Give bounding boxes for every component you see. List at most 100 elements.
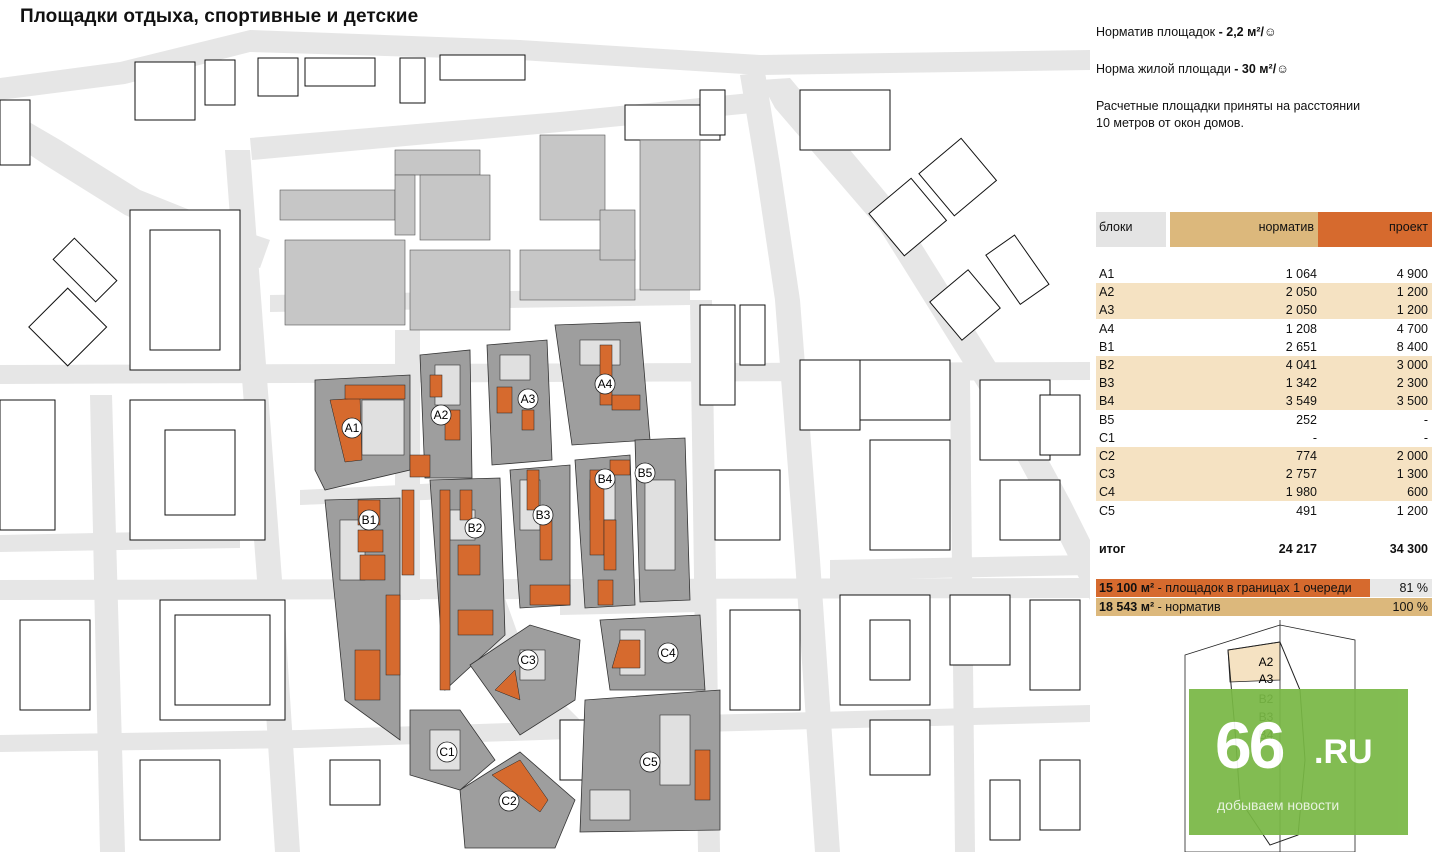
- row-project: 1 300: [1396, 467, 1428, 482]
- row-project: 1 200: [1396, 503, 1428, 518]
- row-norm: 774: [1296, 449, 1317, 463]
- header-project: проект: [1318, 212, 1432, 247]
- row-norm: 1 342: [1285, 376, 1317, 391]
- playground-table: блоки норматив проект A1 1 064 4 900 A2 2 05…: [1096, 212, 1432, 616]
- table-row: B2 4 041 3 000: [1096, 356, 1432, 375]
- note-line-1: Расчетные площадки приняты на расстоянии: [1096, 99, 1361, 113]
- label-a1: A1: [341, 417, 363, 439]
- label-b4: B4: [594, 468, 616, 490]
- row-block: C3: [1099, 467, 1115, 482]
- label-a3: A3: [517, 388, 539, 410]
- logo-number: 66: [1215, 708, 1285, 782]
- summary-1-percent: 81 %: [1370, 579, 1432, 597]
- summary-2-percent: 100 %: [1392, 600, 1428, 614]
- total-norm: 24 217: [1278, 542, 1317, 556]
- table-row: A1 1 064 4 900: [1096, 265, 1432, 283]
- norm-label: Норматив площадок: [1096, 25, 1216, 39]
- label-c1: C1: [436, 741, 458, 763]
- note-line-2: 10 метров от окон домов.: [1096, 116, 1244, 130]
- table-row: C3 2 757 1 300: [1096, 465, 1432, 484]
- svg-text:B5: B5: [638, 466, 653, 480]
- label-c5: C5: [639, 751, 661, 773]
- inset-label-a3: A3: [1259, 672, 1274, 686]
- inset-label-a2: A2: [1259, 655, 1274, 669]
- row-norm: 2 651: [1285, 339, 1317, 354]
- row-norm: 2 050: [1285, 285, 1317, 300]
- table-total-row: итог 24 217 34 300: [1096, 539, 1432, 559]
- row-block: B5: [1099, 412, 1115, 427]
- svg-text:A2: A2: [434, 408, 449, 422]
- table-row: C4 1 980 600: [1096, 483, 1432, 502]
- row-norm: 252: [1296, 412, 1317, 427]
- norm-value: - 2,2 м²/☺: [1218, 25, 1277, 39]
- label-b3: B3: [532, 504, 554, 526]
- row-project: 4 700: [1396, 321, 1428, 336]
- svg-text:C1: C1: [439, 745, 455, 759]
- row-project: 2 300: [1396, 376, 1428, 391]
- 66ru-watermark-logo: 66 .RU добываем новости: [1189, 689, 1408, 835]
- logo-tagline: добываем новости: [1217, 797, 1340, 813]
- svg-text:B4: B4: [598, 472, 613, 486]
- row-norm: 491: [1296, 503, 1317, 518]
- page-title: Площадки отдыха, спортивные и детские: [20, 6, 419, 27]
- label-b5: B5: [634, 462, 656, 484]
- table-row: B1 2 651 8 400: [1096, 338, 1432, 356]
- table-row: C1 - -: [1096, 429, 1432, 447]
- summary-1-label: - площадок в границах 1 очереди: [1157, 581, 1352, 595]
- table-row: B5 252 -: [1096, 411, 1432, 429]
- svg-text:A1: A1: [345, 421, 360, 435]
- row-project: 3 500: [1396, 394, 1428, 409]
- summary-1-text: 15 100 м² - площадок в границах 1 очеред…: [1096, 579, 1370, 597]
- row-norm: -: [1312, 430, 1317, 445]
- table-row: A2 2 050 1 200: [1096, 283, 1432, 302]
- svg-text:C5: C5: [642, 755, 658, 769]
- table-header: блоки норматив проект: [1096, 212, 1432, 247]
- label-a2: A2: [430, 404, 452, 426]
- row-norm: 4 041: [1285, 358, 1317, 372]
- row-block: C5: [1099, 503, 1115, 518]
- row-block: A4: [1099, 321, 1115, 336]
- svg-text:C3: C3: [520, 653, 536, 667]
- header-norm: норматив: [1170, 212, 1318, 247]
- row-norm: 1 208: [1285, 321, 1317, 336]
- row-norm: 3 549: [1285, 394, 1317, 409]
- row-norm: 2 757: [1285, 467, 1317, 482]
- svg-text:B3: B3: [536, 508, 551, 522]
- summary-row-1: 15 100 м² - площадок в границах 1 очеред…: [1096, 579, 1432, 597]
- label-c2: C2: [498, 790, 520, 812]
- row-block: A3: [1099, 303, 1115, 318]
- row-project: 8 400: [1396, 339, 1428, 354]
- living-value: - 30 м²/☺: [1234, 62, 1289, 76]
- label-a4: A4: [594, 373, 616, 395]
- row-norm: 1 064: [1285, 267, 1317, 281]
- summary-2-text: 18 543 м² - норматив: [1099, 598, 1221, 616]
- summary-2-value: 18 543 м²: [1099, 600, 1155, 614]
- svg-text:A4: A4: [598, 377, 613, 391]
- row-project: 1 200: [1396, 285, 1428, 300]
- row-block: A1: [1099, 267, 1115, 281]
- summary-1-value: 15 100 м²: [1099, 581, 1155, 595]
- table-row: C5 491 1 200: [1096, 502, 1432, 520]
- total-project: 34 300: [1389, 542, 1428, 556]
- summary-2-label: - норматив: [1157, 600, 1221, 614]
- site-plan-map: A1 A2 A3 A4 B1 B2 B3 B4 B5 C1 C2 C3 C4 C…: [0, 0, 1090, 852]
- row-block: C2: [1099, 449, 1115, 463]
- label-c3: C3: [517, 649, 539, 671]
- row-block: C4: [1099, 485, 1115, 500]
- living-label: Норма жилой площади: [1096, 62, 1231, 76]
- row-block: B1: [1099, 339, 1115, 354]
- row-project: 2 000: [1396, 449, 1428, 463]
- svg-text:B2: B2: [468, 521, 483, 535]
- row-norm: 1 980: [1285, 485, 1317, 500]
- table-row: A4 1 208 4 700: [1096, 320, 1432, 338]
- row-project: 600: [1407, 485, 1428, 500]
- svg-text:C2: C2: [501, 794, 517, 808]
- label-c4: C4: [657, 642, 679, 664]
- row-block: B3: [1099, 376, 1115, 391]
- row-block: B2: [1099, 358, 1115, 372]
- table-row: B3 1 342 2 300: [1096, 374, 1432, 393]
- label-b1: B1: [358, 509, 380, 531]
- table-row: A3 2 050 1 200: [1096, 301, 1432, 320]
- logo-domain: .RU: [1314, 733, 1373, 771]
- living-info: Норма жилой площади - 30 м²/☺: [1096, 61, 1289, 78]
